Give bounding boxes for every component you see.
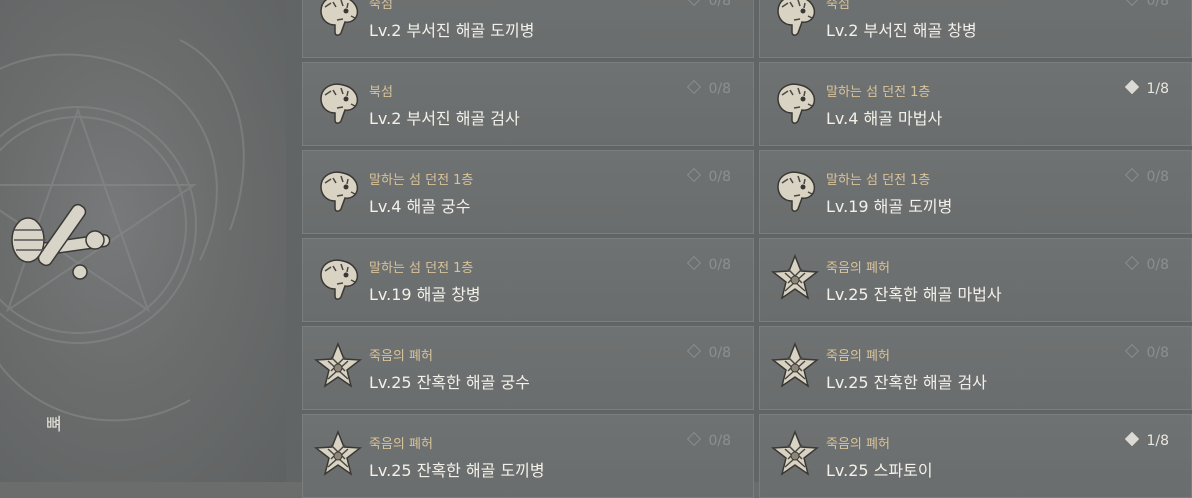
monster-card[interactable]: 죽섬 Lv.2 부서진 해골 도끼병 0/8	[302, 0, 754, 58]
beast-head-icon	[313, 77, 363, 127]
monster-location: 말하는 섬 던전 1층	[369, 173, 474, 188]
monster-location: 죽음의 폐허	[369, 349, 433, 364]
collection-progress: 0/8	[1125, 255, 1169, 273]
progress-count: 0/8	[708, 433, 731, 449]
monster-name: Lv.2 부서진 해골 창병	[826, 21, 977, 40]
star-emblem-icon	[313, 341, 363, 391]
monster-name: Lv.4 해골 궁수	[369, 197, 471, 216]
collection-progress: 0/8	[687, 343, 731, 361]
diamond-icon	[687, 167, 702, 183]
progress-count: 1/8	[1146, 433, 1169, 449]
monster-name: Lv.25 잔혹한 해골 궁수	[369, 373, 530, 392]
star-emblem-icon	[770, 253, 820, 303]
progress-count: 0/8	[708, 81, 731, 97]
monster-card[interactable]: 죽음의 폐허 Lv.25 잔혹한 해골 마법사 0/8	[759, 238, 1192, 322]
monster-location: 말하는 섬 던전 1층	[826, 173, 931, 188]
star-emblem-icon	[770, 341, 820, 391]
monster-location: 북섬	[369, 85, 393, 100]
monster-name: Lv.4 해골 마법사	[826, 109, 943, 128]
diamond-icon	[687, 431, 702, 447]
collection-progress: 0/8	[687, 0, 731, 9]
collection-progress: 1/8	[1125, 79, 1169, 97]
star-emblem-icon	[770, 429, 820, 479]
monster-name: Lv.25 잔혹한 해골 검사	[826, 373, 987, 392]
monster-name: Lv.25 잔혹한 해골 도끼병	[369, 461, 545, 480]
monster-location: 죽음의 폐허	[826, 261, 890, 276]
progress-count: 0/8	[1146, 0, 1169, 9]
diamond-icon	[1125, 79, 1140, 95]
monster-card[interactable]: 말하는 섬 던전 1층 Lv.19 해골 도끼병 0/8	[759, 150, 1192, 234]
monster-location: 죽음의 폐허	[369, 437, 433, 452]
progress-count: 0/8	[1146, 345, 1169, 361]
monster-location: 말하는 섬 던전 1층	[826, 85, 931, 100]
monster-card[interactable]: 죽음의 폐허 Lv.25 스파토이 1/8	[759, 414, 1192, 498]
category-label: 뼈	[46, 415, 63, 435]
progress-count: 1/8	[1146, 81, 1169, 97]
diamond-icon	[1125, 431, 1140, 447]
monster-card[interactable]: 죽음의 폐허 Lv.25 잔혹한 해골 궁수 0/8	[302, 326, 754, 410]
monster-location: 죽섬	[369, 0, 393, 12]
diamond-icon	[1125, 255, 1140, 271]
collection-progress: 0/8	[687, 255, 731, 273]
diamond-icon	[1125, 0, 1140, 7]
diamond-icon	[687, 255, 702, 271]
monster-name: Lv.2 부서진 해골 검사	[369, 109, 520, 128]
monster-card[interactable]: 죽음의 폐허 Lv.25 잔혹한 해골 도끼병 0/8	[302, 414, 754, 498]
progress-count: 0/8	[708, 169, 731, 185]
diamond-icon	[1125, 167, 1140, 183]
monster-card[interactable]: 죽섬 Lv.2 부서진 해골 창병 0/8	[759, 0, 1192, 58]
monster-location: 죽섬	[826, 0, 850, 12]
beast-head-icon	[313, 0, 363, 39]
beast-head-icon	[313, 253, 363, 303]
collection-progress: 0/8	[1125, 167, 1169, 185]
collection-progress: 0/8	[687, 79, 731, 97]
beast-head-icon	[313, 165, 363, 215]
monster-card[interactable]: 북섬 Lv.2 부서진 해골 검사 0/8	[302, 62, 754, 146]
star-emblem-icon	[313, 429, 363, 479]
collection-progress: 1/8	[1125, 431, 1169, 449]
diamond-icon	[687, 0, 702, 7]
monster-location: 죽음의 폐허	[826, 349, 890, 364]
monster-name: Lv.2 부서진 해골 도끼병	[369, 21, 535, 40]
diamond-icon	[1125, 343, 1140, 359]
beast-head-icon	[770, 77, 820, 127]
progress-count: 0/8	[708, 257, 731, 273]
monster-card[interactable]: 말하는 섬 던전 1층 Lv.19 해골 창병 0/8	[302, 238, 754, 322]
collection-progress: 0/8	[1125, 0, 1169, 9]
collection-progress: 0/8	[687, 431, 731, 449]
monster-list: 죽섬 Lv.2 부서진 해골 도끼병 0/8 북섬 Lv.2 부서진 해골 검사 0/8 말…	[286, 0, 1192, 498]
monster-location: 말하는 섬 던전 1층	[369, 261, 474, 276]
collection-progress: 0/8	[1125, 343, 1169, 361]
category-panel: 뼈	[0, 0, 287, 482]
monster-name: Lv.25 잔혹한 해골 마법사	[826, 285, 1002, 304]
diamond-icon	[687, 343, 702, 359]
monster-location: 죽음의 폐허	[826, 437, 890, 452]
diamond-icon	[687, 79, 702, 95]
bone-pentagram-illustration	[0, 39, 245, 422]
monster-card[interactable]: 죽음의 폐허 Lv.25 잔혹한 해골 검사 0/8	[759, 326, 1192, 410]
collection-progress: 0/8	[687, 167, 731, 185]
monster-card[interactable]: 말하는 섬 던전 1층 Lv.4 해골 마법사 1/8	[759, 62, 1192, 146]
monster-card[interactable]: 말하는 섬 던전 1층 Lv.4 해골 궁수 0/8	[302, 150, 754, 234]
monster-name: Lv.19 해골 창병	[369, 285, 481, 304]
beast-head-icon	[770, 0, 820, 39]
progress-count: 0/8	[1146, 169, 1169, 185]
progress-count: 0/8	[1146, 257, 1169, 273]
progress-count: 0/8	[708, 0, 731, 9]
monster-name: Lv.19 해골 도끼병	[826, 197, 953, 216]
bone-pile-icon	[11, 203, 111, 280]
beast-head-icon	[770, 165, 820, 215]
progress-count: 0/8	[708, 345, 731, 361]
monster-name: Lv.25 스파토이	[826, 461, 933, 480]
